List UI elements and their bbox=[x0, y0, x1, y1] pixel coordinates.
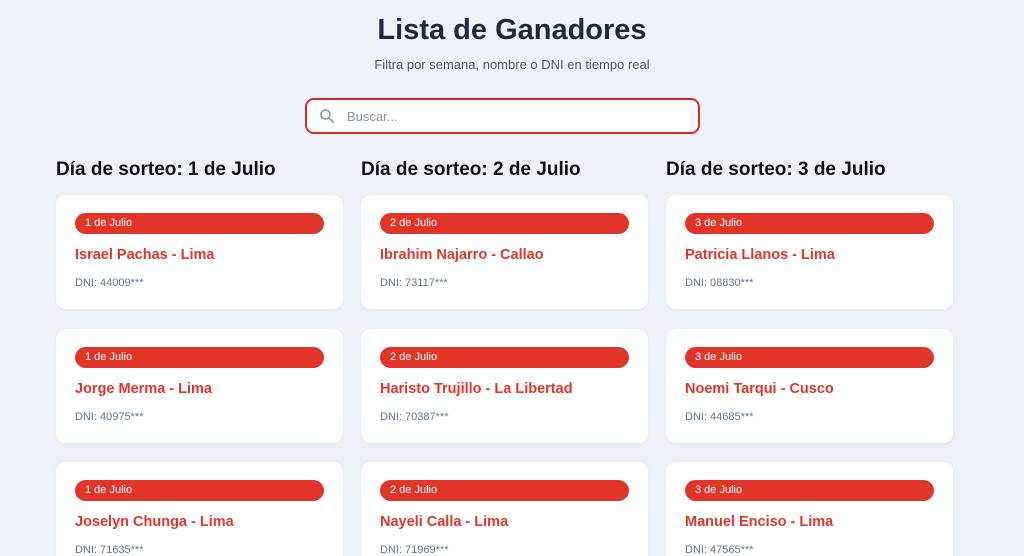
winner-dni: DNI: 40975*** bbox=[75, 411, 144, 423]
winner-card: 1 de Julio Joselyn Chunga - Lima DNI: 71… bbox=[56, 462, 343, 556]
date-badge: 3 de Julio bbox=[685, 480, 934, 501]
winner-name: Nayeli Calla - Lima bbox=[380, 514, 509, 530]
winner-dni: DNI: 44009*** bbox=[75, 277, 144, 289]
date-badge: 1 de Julio bbox=[75, 480, 324, 501]
winner-card: 2 de Julio Ibrahim Najarro - Callao DNI:… bbox=[361, 195, 648, 309]
winner-name: Joselyn Chunga - Lima bbox=[75, 514, 234, 530]
winner-card: 3 de Julio Noemi Tarqui - Cusco DNI: 446… bbox=[666, 329, 953, 443]
winner-dni: DNI: 44685*** bbox=[685, 411, 754, 423]
date-badge: 2 de Julio bbox=[380, 347, 629, 368]
winner-card: 2 de Julio Haristo Trujillo - La Liberta… bbox=[361, 329, 648, 443]
winner-name: Israel Pachas - Lima bbox=[75, 247, 215, 263]
winner-dni: DNI: 71635*** bbox=[75, 544, 144, 556]
day-column: Día de sorteo: 1 de Julio 1 de Julio Isr… bbox=[56, 157, 352, 556]
date-badge: 2 de Julio bbox=[380, 480, 629, 501]
winners-page: Lista de Ganadores Filtra por semana, no… bbox=[0, 0, 1024, 556]
winner-name: Jorge Merma - Lima bbox=[75, 381, 212, 397]
winner-dni: DNI: 71969*** bbox=[380, 544, 449, 556]
date-badge: 3 de Julio bbox=[685, 213, 934, 234]
winner-card: 3 de Julio Manuel Enciso - Lima DNI: 475… bbox=[666, 462, 953, 556]
date-badge: 1 de Julio bbox=[75, 213, 324, 234]
date-badge: 1 de Julio bbox=[75, 347, 324, 368]
winner-name: Haristo Trujillo - La Libertad bbox=[380, 381, 573, 397]
winner-card: 3 de Julio Patricia Llanos - Lima DNI: 0… bbox=[666, 195, 953, 309]
winner-dni: DNI: 08830*** bbox=[685, 277, 754, 289]
winner-dni: DNI: 70387*** bbox=[380, 411, 449, 423]
date-badge: 2 de Julio bbox=[380, 213, 629, 234]
winner-dni: DNI: 73117*** bbox=[380, 277, 448, 289]
page-title: Lista de Ganadores bbox=[377, 14, 647, 46]
winner-name: Ibrahim Najarro - Callao bbox=[380, 247, 544, 263]
day-title: Día de sorteo: 1 de Julio bbox=[56, 159, 276, 180]
winner-dni: DNI: 47565*** bbox=[685, 544, 754, 556]
winner-name: Noemi Tarqui - Cusco bbox=[685, 381, 834, 397]
winner-card: 1 de Julio Jorge Merma - Lima DNI: 40975… bbox=[56, 329, 343, 443]
search-icon bbox=[319, 108, 335, 124]
day-title: Día de sorteo: 2 de Julio bbox=[361, 159, 581, 180]
winner-card: 2 de Julio Nayeli Calla - Lima DNI: 7196… bbox=[361, 462, 648, 556]
search-input[interactable] bbox=[345, 107, 669, 125]
date-badge: 3 de Julio bbox=[685, 347, 934, 368]
day-column: Día de sorteo: 3 de Julio 3 de Julio Pat… bbox=[666, 157, 962, 556]
winner-name: Manuel Enciso - Lima bbox=[685, 514, 834, 530]
search-box[interactable] bbox=[305, 98, 700, 134]
day-title: Día de sorteo: 3 de Julio bbox=[666, 159, 886, 180]
day-column: Día de sorteo: 2 de Julio 2 de Julio Ibr… bbox=[361, 157, 657, 556]
winner-card: 1 de Julio Israel Pachas - Lima DNI: 440… bbox=[56, 195, 343, 309]
winner-name: Patricia Llanos - Lima bbox=[685, 247, 835, 263]
page-subtitle: Filtra por semana, nombre o DNI en tiemp… bbox=[374, 57, 650, 72]
